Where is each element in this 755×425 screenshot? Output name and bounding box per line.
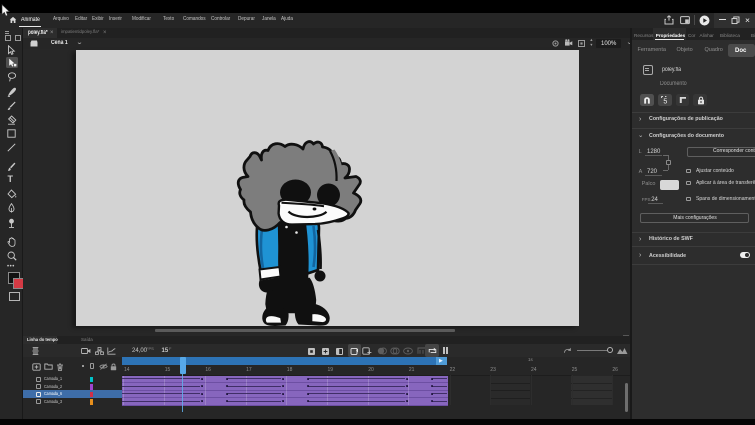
- svg-text:5: 5: [663, 99, 667, 104]
